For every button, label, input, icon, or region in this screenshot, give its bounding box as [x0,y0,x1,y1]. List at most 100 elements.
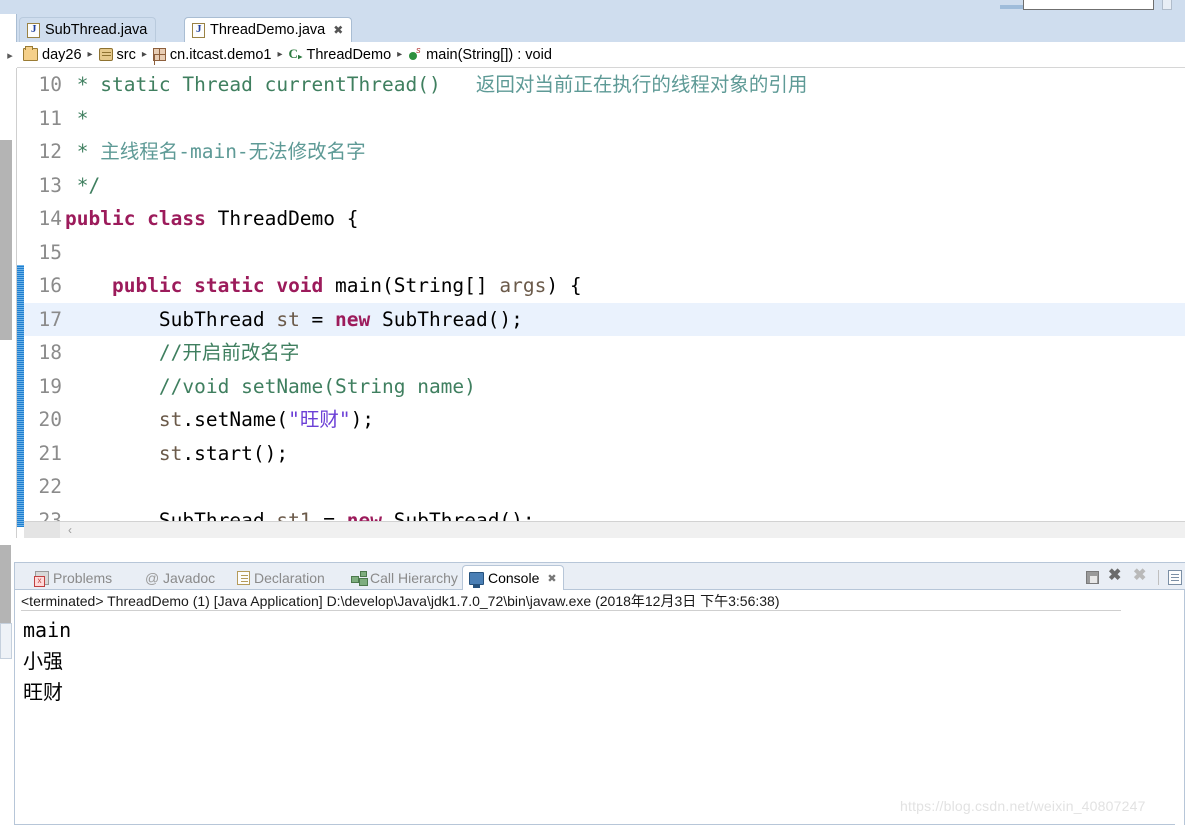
line-number: 12 [38,140,62,163]
code-token: * [65,106,89,130]
code-text: st.setName("旺财"); [65,408,374,431]
editor-tab-threaddemo[interactable]: ThreadDemo.java ✖ [184,17,353,42]
console-output[interactable]: main 小强 旺财 [23,615,1143,708]
close-icon[interactable]: ✖ [333,24,343,36]
code-token: new [335,307,371,331]
code-text: st.start(); [65,442,288,465]
package-icon [152,48,166,61]
code-text: public class ThreadDemo { [65,207,359,230]
line-number: 10 [38,73,62,96]
code-text: */ [65,173,101,197]
line-number: 17 [38,307,62,331]
tab-label: Declaration [254,569,325,586]
code-line[interactable]: 14 public class ThreadDemo { [24,202,1185,236]
breadcrumb-item-day26[interactable]: day26 [23,46,82,63]
code-line[interactable]: 10 * static Thread currentThread() 返回对当前… [24,68,1185,102]
tab-console[interactable]: Console ✖ [462,565,564,590]
code-line[interactable]: 12 * 主线程名-main-无法修改名字 [24,135,1185,169]
view-tab-bar: Problems @ Javadoc Declaration Call Hier… [15,563,1185,590]
breadcrumb-item-class[interactable]: ThreadDemo [289,46,392,63]
code-token: st [158,441,183,465]
breadcrumb-item-package[interactable]: cn.itcast.demo1 [152,47,271,63]
javadoc-icon: @ [145,569,160,586]
static-method-icon [408,45,422,62]
console-output-line: main [23,618,72,642]
console-output-line: 小强 [23,649,63,673]
code-token: * static Thread currentThread() [65,73,441,96]
collapsed-view-stub[interactable] [0,545,11,623]
line-number: 11 [38,106,62,130]
code-line[interactable]: 16 public static void main(String[] args… [24,269,1185,303]
breadcrumb-separator-icon: ▸ [277,49,283,60]
breadcrumb-item-src[interactable]: src [98,47,136,63]
code-line[interactable]: 13 */ [24,169,1185,203]
toolbar-separator [1158,569,1159,585]
code-token: main(String[] [323,274,500,297]
declaration-icon [237,570,250,585]
line-number: 19 [38,374,62,398]
code-token: ThreadDemo { [205,207,359,230]
tab-problems[interactable]: Problems [29,565,118,590]
code-line[interactable]: 19 //void setName(String name) [24,370,1185,404]
code-line[interactable]: 20 st.setName("旺财"); [24,403,1185,437]
code-line[interactable]: 18 //开启前改名字 [24,336,1185,370]
tab-label: Javadoc [163,569,216,586]
code-token: st [158,408,183,431]
clear-console-icon[interactable] [1168,569,1182,585]
editor-tab-subthread[interactable]: SubThread.java [19,17,157,42]
code-token: = [299,307,336,331]
tab-javadoc[interactable]: @ Javadoc [139,565,221,590]
console-icon [469,571,484,588]
tab-declaration[interactable]: Declaration [231,565,331,590]
code-token: 返回对当前正在执行的线程对象的引用 [475,73,808,96]
vertical-scrollbar-remnant[interactable] [1162,0,1172,10]
editor-left-rail [0,68,17,538]
source-folder-icon [98,48,113,61]
code-line[interactable]: 22 [24,470,1185,504]
code-token: // [158,341,183,364]
breadcrumb-item-method[interactable]: main(String[]) : void [408,45,552,63]
code-text: * 主线程名-main-无法修改名字 [65,140,366,163]
code-line[interactable]: 21 st.start(); [24,437,1185,471]
watermark: https://blog.csdn.net/weixin_40807247 [900,798,1146,814]
line-number: 16 [38,274,62,297]
tab-label: Call Hierarchy [370,569,458,586]
code-token: SubThread(); [370,307,523,331]
tab-call-hierarchy[interactable]: Call Hierarchy [345,565,464,590]
collapsed-view-stub[interactable] [0,140,12,340]
line-number: 14 [38,207,62,230]
code-line[interactable]: 11 * [24,102,1185,136]
terminate-remove-icon[interactable]: ✖ [1108,568,1124,585]
code-editor[interactable]: 10 * static Thread currentThread() 返回对当前… [24,68,1185,532]
bottom-panel-left-rail [0,545,14,825]
code-text: public static void main(String[] args) { [65,274,582,297]
breadcrumb: day26 ▸ src ▸ cn.itcast.demo1 ▸ ThreadDe… [17,42,1185,68]
java-file-icon [27,22,40,38]
code-token: */ [65,173,101,197]
breadcrumb-label: main(String[]) : void [426,46,552,63]
change-marker [17,265,24,527]
editor-horizontal-scrollbar[interactable]: ‹ [24,521,1185,538]
stop-icon[interactable] [1086,571,1099,584]
remove-all-terminated-icon[interactable]: ✖ [1133,568,1149,585]
line-number: 18 [38,341,62,364]
minimized-view-tab[interactable] [0,623,12,659]
breadcrumb-collapse-arrow[interactable]: ▸ [3,42,17,68]
line-number: 20 [38,408,62,431]
code-token: * [65,140,101,163]
editor-tab-bar: SubThread.java ThreadDemo.java ✖ [0,14,1185,42]
line-number: 13 [38,173,62,197]
code-line[interactable]: 15 [24,236,1185,270]
code-line[interactable]: 17 SubThread st = new SubThread(); [24,302,1185,336]
scroll-left-icon[interactable]: ‹ [68,523,72,537]
code-text: SubThread st = new SubThread(); [65,308,523,331]
line-number: 22 [38,475,62,498]
toolbar-remnant-box [1023,0,1154,10]
editor-tab-label: SubThread.java [45,22,148,38]
code-token: public static void [111,274,324,297]
code-text: * [65,106,89,130]
console-vertical-scrollbar[interactable] [1175,590,1184,825]
close-icon[interactable]: ✖ [547,572,556,585]
